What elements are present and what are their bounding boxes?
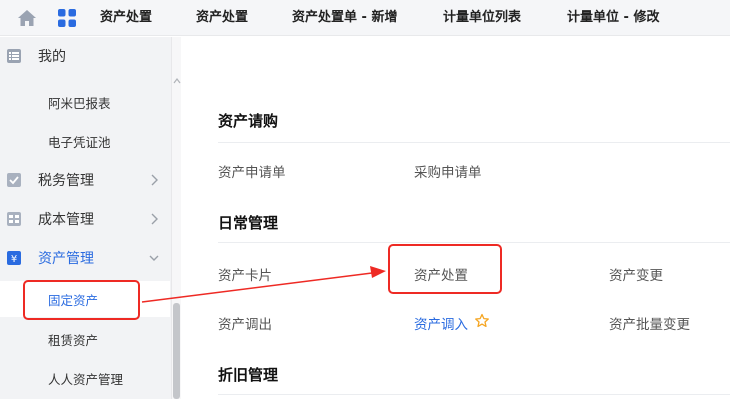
sidebar-item-label: 资产管理 [38,251,94,267]
link-asset-transfer-in[interactable]: 资产调入 [414,313,468,333]
sidebar-item-mine[interactable]: 我的 [0,38,170,74]
tax-icon [7,173,21,187]
sidebar-item-label: 我的 [38,49,66,65]
sidebar-item-e-voucher-pool[interactable]: 电子凭证池 [0,123,170,159]
list-icon [7,49,21,63]
home-button[interactable] [14,7,40,29]
sidebar-item-amoeba-report[interactable]: 阿米巴报表 [0,84,170,120]
sidebar-scrollbar[interactable] [171,37,181,399]
divider [218,394,730,395]
divider [218,142,730,143]
divider [218,242,730,243]
sidebar-item-label: 阿米巴报表 [48,95,111,111]
section-title-asset-requisition: 资产请购 [218,112,279,130]
apps-menu-button[interactable] [53,4,81,32]
tab-asset-disposal-1[interactable]: 资产处置 [100,0,152,36]
sidebar-item-leased-assets[interactable]: 租赁资产 [0,321,170,357]
highlight-box-asset-disposal [388,244,502,294]
sidebar-item-label: 租赁资产 [48,332,99,348]
tab-bar: 资产处置 资产处置 资产处置单 - 新增 计量单位列表 计量单位 - 修改 [0,0,730,36]
home-icon [18,10,36,26]
section-title-depreciation: 折旧管理 [218,366,279,384]
sidebar-item-label: 成本管理 [38,212,94,228]
star-icon[interactable] [474,313,490,329]
link-asset-transfer-out[interactable]: 资产调出 [218,313,272,333]
highlight-box-fixed-assets [23,280,140,320]
cost-icon [7,212,21,226]
sidebar-item-cost[interactable]: 成本管理 [0,201,170,237]
sidebar: 我的 阿米巴报表 电子凭证池 税务管理 成本管理 ¥ 资产管理 固定资产 租赁资… [0,37,181,399]
link-asset-change[interactable]: 资产变更 [609,264,663,284]
sidebar-item-asset-management[interactable]: ¥ 资产管理 [0,240,170,276]
sidebar-item-everyone-assets[interactable]: 人人资产管理 [0,360,170,396]
sidebar-item-label: 电子凭证池 [48,134,111,150]
chevron-right-icon [151,213,158,225]
link-asset-application[interactable]: 资产申请单 [218,161,286,181]
link-purchase-application[interactable]: 采购申请单 [414,161,482,181]
link-asset-batch-change[interactable]: 资产批量变更 [609,313,690,333]
chevron-down-icon [149,255,159,261]
asset-icon: ¥ [7,251,21,265]
grid-icon [58,9,76,27]
sidebar-item-label: 人人资产管理 [48,371,124,387]
section-title-daily-management: 日常管理 [218,214,279,232]
scrollbar-thumb[interactable] [173,303,180,399]
sidebar-item-tax[interactable]: 税务管理 [0,162,170,198]
scroll-up-icon[interactable] [173,77,181,85]
svg-text:¥: ¥ [11,254,17,265]
tab-unit-list[interactable]: 计量单位列表 [443,0,521,36]
sidebar-item-label: 税务管理 [38,173,94,189]
tab-unit-edit[interactable]: 计量单位 - 修改 [567,0,659,36]
link-asset-card[interactable]: 资产卡片 [218,264,272,284]
tab-asset-disposal-2[interactable]: 资产处置 [196,0,248,36]
chevron-right-icon [151,174,158,186]
tab-asset-disposal-new[interactable]: 资产处置单 - 新增 [292,0,397,36]
